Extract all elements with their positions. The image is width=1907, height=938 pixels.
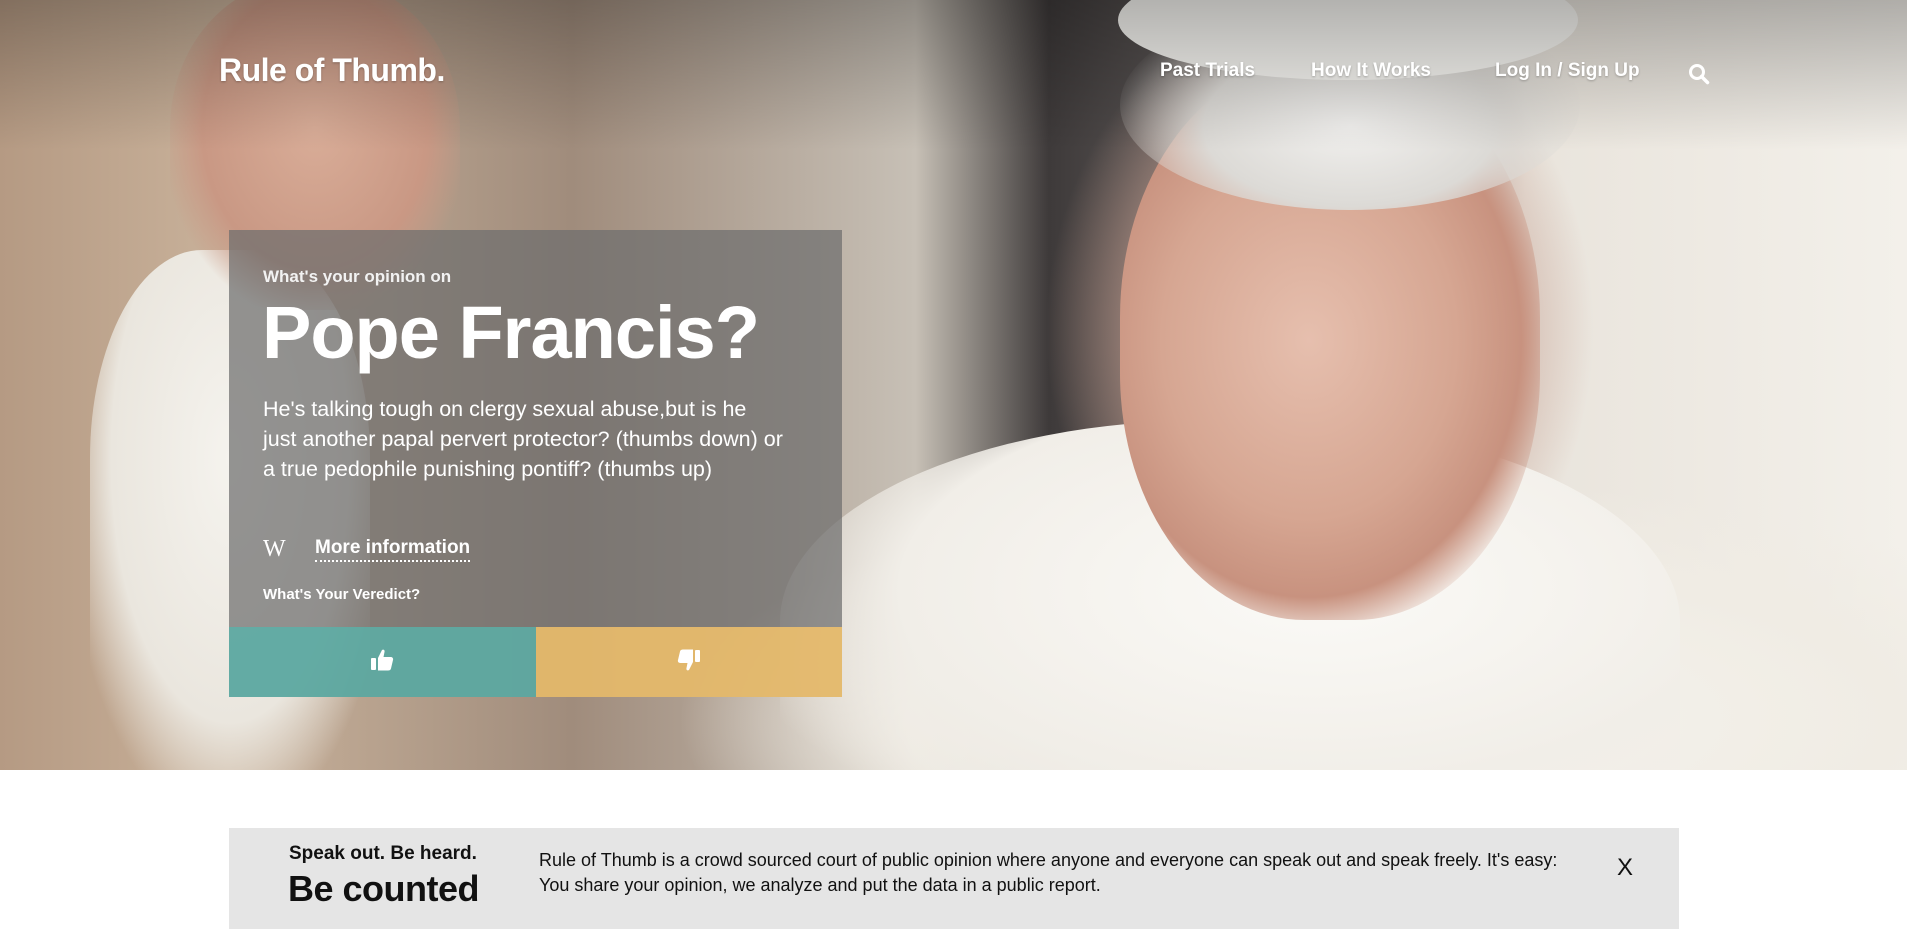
- banner-tagline: Speak out. Be heard.: [289, 843, 477, 864]
- vote-buttons: [229, 627, 842, 697]
- opinion-kicker: What's your opinion on: [263, 267, 452, 286]
- opinion-title: Pope Francis?: [262, 291, 760, 374]
- vote-thumbs-down-button[interactable]: [535, 627, 842, 697]
- thumbs-down-icon: [676, 647, 702, 678]
- search-icon[interactable]: [1688, 63, 1712, 87]
- more-information-link[interactable]: More information: [315, 537, 471, 562]
- more-information-row: W More information: [263, 536, 471, 563]
- info-banner: Speak out. Be heard. Be counted Rule of …: [229, 828, 1679, 929]
- banner-heading: Be counted: [288, 868, 480, 909]
- main-nav: Past Trials How It Works Log In / Sign U…: [0, 60, 1907, 90]
- nav-past-trials[interactable]: Past Trials: [1160, 60, 1255, 82]
- opinion-description: He's talking tough on clergy sexual abus…: [263, 397, 783, 481]
- thumbs-up-icon: [369, 647, 395, 678]
- vote-thumbs-up-button[interactable]: [229, 627, 536, 697]
- verdict-label: What's Your Veredict?: [263, 586, 421, 603]
- opinion-card: What's your opinion on Pope Francis? He'…: [229, 230, 842, 627]
- nav-login-signup[interactable]: Log In / Sign Up: [1495, 60, 1640, 82]
- wikipedia-icon: W: [263, 536, 286, 562]
- nav-how-it-works[interactable]: How It Works: [1311, 60, 1431, 82]
- banner-close-button[interactable]: X: [1617, 854, 1633, 882]
- banner-description: Rule of Thumb is a crowd sourced court o…: [539, 850, 1558, 895]
